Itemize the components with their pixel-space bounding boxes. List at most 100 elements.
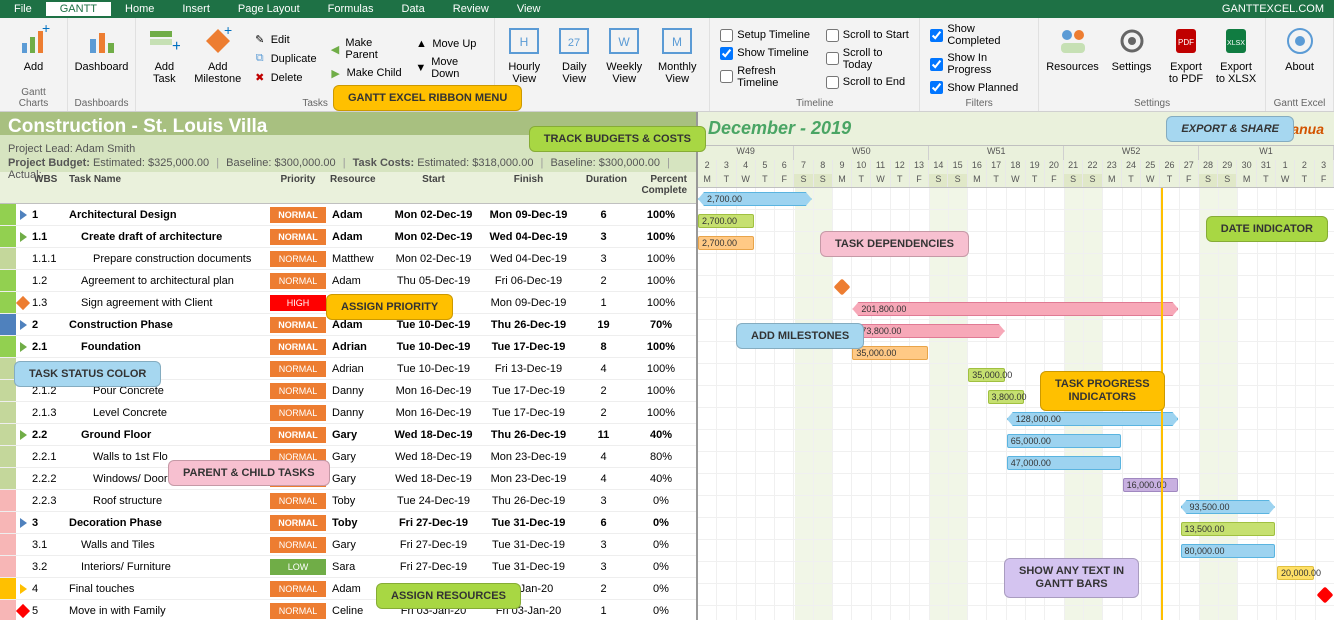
- priority-cell[interactable]: NORMAL: [270, 603, 326, 619]
- duration-cell[interactable]: 2: [576, 275, 631, 287]
- wbs-cell[interactable]: 3.2: [30, 561, 65, 573]
- start-cell[interactable]: Mon 02-Dec-19: [386, 253, 481, 265]
- settings-button[interactable]: Settings: [1104, 21, 1159, 96]
- duration-cell[interactable]: 2: [576, 407, 631, 419]
- menu-tab-gantt[interactable]: GANTT: [46, 2, 111, 16]
- task-row[interactable]: 3Decoration PhaseNORMALTobyFri 27-Dec-19…: [0, 512, 696, 534]
- resource-cell[interactable]: Adam: [326, 275, 386, 287]
- gantt-bar[interactable]: 128,000.00: [1007, 412, 1179, 426]
- task-name-cell[interactable]: Roof structure: [65, 495, 270, 507]
- resource-cell[interactable]: Adam: [326, 231, 386, 243]
- resource-cell[interactable]: Gary: [326, 429, 386, 441]
- wbs-cell[interactable]: 1: [30, 209, 65, 221]
- finish-cell[interactable]: Mon 09-Dec-19: [481, 209, 576, 221]
- priority-cell[interactable]: LOW: [270, 559, 326, 575]
- edit-button[interactable]: ✎Edit: [249, 31, 321, 49]
- menu-tab-file[interactable]: File: [0, 2, 46, 16]
- task-row[interactable]: 3.1Walls and TilesNORMALGaryFri 27-Dec-1…: [0, 534, 696, 556]
- task-name-cell[interactable]: Final touches: [65, 583, 270, 595]
- gantt-bar[interactable]: 3,800.00: [988, 390, 1025, 404]
- wbs-cell[interactable]: 2.2.2: [30, 473, 65, 485]
- menu-tab-page-layout[interactable]: Page Layout: [224, 2, 314, 16]
- complete-cell[interactable]: 100%: [631, 231, 691, 243]
- start-cell[interactable]: Tue 10-Dec-19: [386, 319, 481, 331]
- daily-view-button[interactable]: 27Daily View: [551, 21, 597, 96]
- gantt-bar[interactable]: 47,000.00: [1007, 456, 1121, 470]
- task-name-cell[interactable]: Agreement to architectural plan: [65, 275, 270, 287]
- refresh-timeline-check[interactable]: Refresh Timeline: [716, 63, 818, 91]
- duration-cell[interactable]: 8: [576, 341, 631, 353]
- wbs-cell[interactable]: 4: [30, 583, 65, 595]
- move-down-button[interactable]: ▼Move Down: [410, 54, 488, 82]
- menu-tab-home[interactable]: Home: [111, 2, 168, 16]
- show-completed-check[interactable]: Show Completed: [926, 21, 1032, 49]
- menu-tab-view[interactable]: View: [503, 2, 555, 16]
- export-xlsx-button[interactable]: XLSXExport to XLSX: [1213, 21, 1259, 96]
- setup-timeline-check[interactable]: Setup Timeline: [716, 27, 818, 44]
- start-cell[interactable]: Fri 27-Dec-19: [386, 539, 481, 551]
- complete-cell[interactable]: 0%: [631, 495, 691, 507]
- about-button[interactable]: About: [1272, 21, 1327, 96]
- resource-cell[interactable]: Matthew: [326, 253, 386, 265]
- task-row[interactable]: 2.1FoundationNORMALAdrianTue 10-Dec-19Tu…: [0, 336, 696, 358]
- task-row[interactable]: 5Move in with FamilyNORMALCelineFri 03-J…: [0, 600, 696, 620]
- wbs-cell[interactable]: 5: [30, 605, 65, 617]
- resource-cell[interactable]: Sara: [326, 561, 386, 573]
- task-name-cell[interactable]: Prepare construction documents: [65, 253, 270, 265]
- wbs-cell[interactable]: 2.1: [30, 341, 65, 353]
- start-cell[interactable]: Fri 27-Dec-19: [386, 517, 481, 529]
- task-name-cell[interactable]: Decoration Phase: [65, 517, 270, 529]
- task-name-cell[interactable]: Walls and Tiles: [65, 539, 270, 551]
- menu-tab-formulas[interactable]: Formulas: [314, 2, 388, 16]
- finish-cell[interactable]: Thu 26-Dec-19: [481, 495, 576, 507]
- finish-cell[interactable]: Tue 31-Dec-19: [481, 539, 576, 551]
- task-name-cell[interactable]: Sign agreement with Client: [65, 297, 270, 309]
- priority-cell[interactable]: NORMAL: [270, 493, 326, 509]
- finish-cell[interactable]: Thu 26-Dec-19: [481, 429, 576, 441]
- scroll-today-check[interactable]: Scroll to Today: [822, 45, 914, 73]
- wbs-cell[interactable]: 1.1.1: [30, 253, 65, 265]
- wbs-cell[interactable]: 2.1.3: [30, 407, 65, 419]
- scroll-start-check[interactable]: Scroll to Start: [822, 27, 914, 44]
- resource-cell[interactable]: Toby: [326, 517, 386, 529]
- gantt-bar[interactable]: 16,000.00: [1123, 478, 1179, 492]
- gantt-bar[interactable]: 73,800.00: [852, 324, 1004, 338]
- show-timeline-check[interactable]: Show Timeline: [716, 45, 818, 62]
- finish-cell[interactable]: Tue 17-Dec-19: [481, 385, 576, 397]
- export-pdf-button[interactable]: PDFExport to PDF: [1163, 21, 1209, 96]
- task-row[interactable]: 4Final touchesNORMALAdam02-Jan-2020%: [0, 578, 696, 600]
- task-name-cell[interactable]: Level Concrete: [65, 407, 270, 419]
- complete-cell[interactable]: 80%: [631, 451, 691, 463]
- task-name-cell[interactable]: Ground Floor: [65, 429, 270, 441]
- duration-cell[interactable]: 3: [576, 495, 631, 507]
- gantt-bar[interactable]: 80,000.00: [1181, 544, 1276, 558]
- priority-cell[interactable]: HIGH: [270, 295, 326, 311]
- complete-cell[interactable]: 0%: [631, 517, 691, 529]
- wbs-cell[interactable]: 3.1: [30, 539, 65, 551]
- duration-cell[interactable]: 3: [576, 253, 631, 265]
- task-row[interactable]: 2.2.1Walls to 1st FloNORMALGaryWed 18-De…: [0, 446, 696, 468]
- complete-cell[interactable]: 0%: [631, 561, 691, 573]
- priority-cell[interactable]: NORMAL: [270, 515, 326, 531]
- gantt-bar[interactable]: 93,500.00: [1181, 500, 1276, 514]
- finish-cell[interactable]: Wed 04-Dec-19: [481, 253, 576, 265]
- start-cell[interactable]: Mon 16-Dec-19: [386, 407, 481, 419]
- complete-cell[interactable]: 100%: [631, 275, 691, 287]
- wbs-cell[interactable]: 2.2.3: [30, 495, 65, 507]
- complete-cell[interactable]: 70%: [631, 319, 691, 331]
- resource-cell[interactable]: Gary: [326, 473, 386, 485]
- menu-tab-data[interactable]: Data: [388, 2, 439, 16]
- start-cell[interactable]: Mon 02-Dec-19: [386, 231, 481, 243]
- resource-cell[interactable]: Danny: [326, 385, 386, 397]
- wbs-cell[interactable]: 1.3: [30, 297, 65, 309]
- task-row[interactable]: 2.2.2Windows/ DoorNORMALGaryWed 18-Dec-1…: [0, 468, 696, 490]
- wbs-cell[interactable]: 1.2: [30, 275, 65, 287]
- duration-cell[interactable]: 2: [576, 583, 631, 595]
- complete-cell[interactable]: 40%: [631, 429, 691, 441]
- priority-cell[interactable]: NORMAL: [270, 229, 326, 245]
- gantt-bar[interactable]: 2,700.00: [698, 192, 812, 206]
- start-cell[interactable]: Tue 10-Dec-19: [386, 341, 481, 353]
- task-row[interactable]: 1Architectural DesignNORMALAdamMon 02-De…: [0, 204, 696, 226]
- duration-cell[interactable]: 4: [576, 451, 631, 463]
- start-cell[interactable]: Mon 16-Dec-19: [386, 385, 481, 397]
